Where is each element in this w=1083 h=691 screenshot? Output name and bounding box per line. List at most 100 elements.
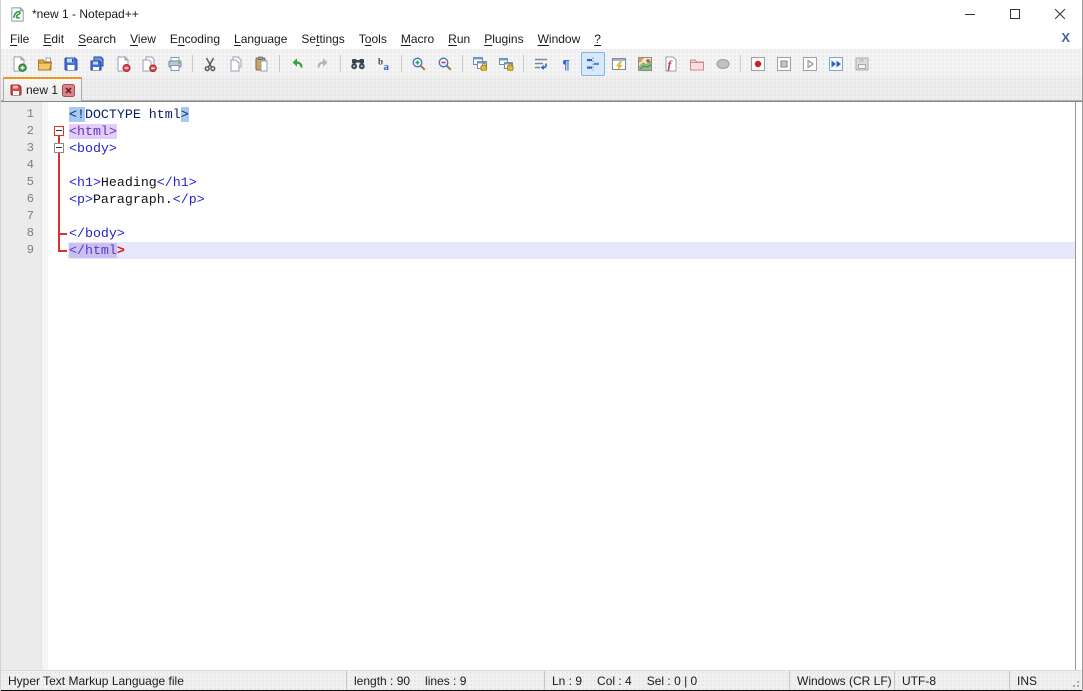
fold-margin-cell: [48, 225, 68, 242]
close-button[interactable]: [1037, 0, 1082, 28]
status-encoding[interactable]: UTF-8: [894, 671, 1009, 690]
window-title: *new 1 - Notepad++: [32, 7, 139, 21]
code-line-text[interactable]: <body>: [68, 140, 1075, 157]
menu-item-encoding[interactable]: Encoding: [163, 30, 227, 48]
macro-save-button[interactable]: [850, 52, 874, 76]
menu-item-help[interactable]: ?: [587, 30, 608, 48]
menu-item-macro[interactable]: Macro: [394, 30, 441, 48]
menu-close-document-button[interactable]: X: [1057, 29, 1074, 46]
code-line-text[interactable]: <!DOCTYPE html>: [68, 106, 1075, 123]
paste-button[interactable]: [250, 52, 274, 76]
word-wrap-button[interactable]: [529, 52, 553, 76]
menu-item-label: ile: [17, 32, 29, 46]
menu-item-settings[interactable]: Settings: [294, 30, 351, 48]
code-line-text[interactable]: <html>: [68, 123, 1075, 140]
copy-button[interactable]: [224, 52, 248, 76]
zoom-out-button[interactable]: [433, 52, 457, 76]
menu-item-tools[interactable]: Tools: [352, 30, 394, 48]
menu-item-plugins[interactable]: Plugins: [477, 30, 530, 48]
code-segment: Heading: [101, 175, 157, 190]
editor-area[interactable]: 1<!DOCTYPE html>2<html>3<body>45<h1>Head…: [1, 101, 1082, 670]
minimize-icon: [965, 9, 975, 19]
print-button[interactable]: [163, 52, 187, 76]
replace-button[interactable]: ba: [372, 52, 396, 76]
find-button[interactable]: [346, 52, 370, 76]
cut-icon: [202, 56, 218, 72]
menu-item-label: W: [538, 32, 549, 46]
menu-item-label: L: [234, 32, 241, 46]
code-line-text[interactable]: <h1>Heading</h1>: [68, 174, 1075, 191]
menu-item-search[interactable]: Search: [71, 30, 123, 48]
zoom-in-button[interactable]: [407, 52, 431, 76]
fold-margin-cell: [48, 157, 68, 174]
menu-item-file[interactable]: File: [3, 30, 36, 48]
zoom-out-icon: [437, 56, 453, 72]
maximize-button[interactable]: [992, 0, 1037, 28]
code-line-text[interactable]: <p>Paragraph.</p>: [68, 191, 1075, 208]
close-all-button[interactable]: [137, 52, 161, 76]
svg-text:¶: ¶: [563, 57, 570, 72]
editor-line-8: 8</body>: [1, 225, 1075, 242]
sync-horizontal-scroll-icon: [498, 56, 514, 72]
save-button[interactable]: [59, 52, 83, 76]
toolbar-separator: [523, 55, 524, 72]
macro-stop-button[interactable]: [772, 52, 796, 76]
close-file-button[interactable]: [111, 52, 135, 76]
status-insert-mode[interactable]: INS: [1009, 671, 1082, 690]
status-caret-position: Ln : 9Col : 4Sel : 0 | 0: [544, 671, 789, 690]
menu-item-label: V: [130, 32, 138, 46]
show-all-characters-icon: ¶: [559, 56, 575, 72]
menu-item-label: R: [448, 32, 457, 46]
code-segment: DOCTYPE html: [85, 107, 181, 122]
minimize-button[interactable]: [947, 0, 992, 28]
fold-margin-cell: [48, 174, 68, 191]
show-indent-guide-button[interactable]: [581, 52, 605, 76]
status-doc-type: Hyper Text Markup Language file: [1, 671, 346, 690]
menu-item-label: acro: [411, 32, 434, 46]
menu-item-language[interactable]: Language: [227, 30, 294, 48]
macro-play-button[interactable]: [798, 52, 822, 76]
fold-margin-cell[interactable]: [48, 140, 68, 157]
menu-item-window[interactable]: Window: [531, 30, 588, 48]
undo-button[interactable]: [285, 52, 309, 76]
sync-vertical-scroll-button[interactable]: [468, 52, 492, 76]
tab-close-icon[interactable]: [62, 84, 75, 97]
menu-item-view[interactable]: View: [123, 30, 163, 48]
encoding-label: UTF-8: [902, 674, 936, 688]
cut-button[interactable]: [198, 52, 222, 76]
redo-button[interactable]: [311, 52, 335, 76]
line-number: 7: [1, 208, 41, 225]
tab-new-1[interactable]: new 1: [3, 77, 82, 101]
folder-as-workspace-button[interactable]: [685, 52, 709, 76]
svg-text:b: b: [378, 56, 383, 66]
save-all-icon: [89, 56, 105, 72]
menu-item-label: M: [401, 32, 411, 46]
menu-item-edit[interactable]: Edit: [36, 30, 71, 48]
code-line-text[interactable]: </body>: [68, 225, 1075, 242]
show-all-characters-button[interactable]: ¶: [555, 52, 579, 76]
monitoring-button[interactable]: [711, 52, 735, 76]
code-line-text[interactable]: [68, 208, 1075, 225]
fold-margin-cell[interactable]: [48, 123, 68, 140]
sync-horizontal-scroll-button[interactable]: [494, 52, 518, 76]
line-number: 9: [1, 242, 41, 259]
code-line-text[interactable]: [68, 157, 1075, 174]
macro-record-icon: [750, 56, 766, 72]
document-map-button[interactable]: [607, 52, 631, 76]
status-bar: Hyper Text Markup Language file length :…: [1, 670, 1082, 690]
macro-run-multiple-button[interactable]: [824, 52, 848, 76]
new-file-button[interactable]: [7, 52, 31, 76]
save-all-button[interactable]: [85, 52, 109, 76]
document-switcher-button[interactable]: [633, 52, 657, 76]
folder-as-workspace-icon: [689, 56, 705, 72]
toolbar-separator: [192, 55, 193, 72]
status-eol-format[interactable]: Windows (CR LF): [789, 671, 894, 690]
document-switcher-icon: [637, 56, 653, 72]
code-line-text[interactable]: </html>: [68, 242, 1075, 259]
open-file-button[interactable]: [33, 52, 57, 76]
resize-grip-icon[interactable]: [1070, 678, 1080, 688]
function-list-button[interactable]: f: [659, 52, 683, 76]
menu-item-run[interactable]: Run: [441, 30, 477, 48]
macro-record-button[interactable]: [746, 52, 770, 76]
editor-line-2: 2<html>: [1, 123, 1075, 140]
